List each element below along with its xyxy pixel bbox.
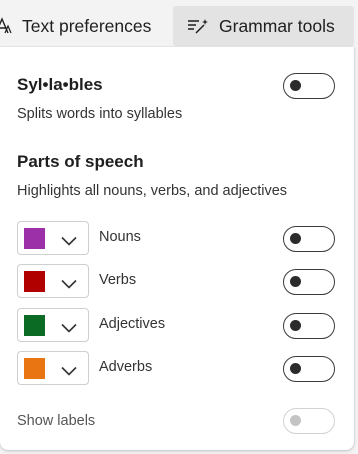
chevron-down-icon [61,276,77,294]
verbs-toggle[interactable] [283,269,335,295]
verbs-color-swatch [24,271,45,292]
tab-grammar-tools[interactable]: Grammar tools [173,6,354,46]
syllables-title: Syl•la•bles [17,75,103,94]
grammar-tools-panel: Syl•la•bles Splits words into syllables … [0,47,354,450]
verbs-color-picker[interactable] [17,264,89,298]
tab-label: Grammar tools [219,15,335,36]
tab-bar: Text preferences Grammar tools [0,0,358,47]
parts-of-speech-description: Highlights all nouns, verbs, and adjecti… [17,183,288,199]
nouns-color-picker[interactable] [17,221,89,255]
text-size-icon [0,16,12,36]
toggle-knob [290,415,301,426]
adjectives-toggle[interactable] [283,313,335,339]
adjectives-label: Adjectives [99,316,166,332]
show-labels-toggle[interactable] [283,408,335,434]
adverbs-label: Adverbs [99,359,153,375]
tab-text-preferences[interactable]: Text preferences [0,6,151,46]
adverbs-toggle[interactable] [283,356,335,382]
adverbs-color-swatch [24,358,45,379]
nouns-toggle[interactable] [283,226,335,252]
parts-of-speech-title: Parts of speech [17,152,144,171]
toggle-knob [290,363,301,374]
show-labels-label: Show labels [17,413,96,429]
toggle-knob [290,320,301,331]
adjectives-color-picker[interactable] [17,308,89,342]
adjectives-color-swatch [24,315,45,336]
grammar-wand-icon [187,17,209,35]
verbs-label: Verbs [99,272,137,288]
chevron-down-icon [61,233,77,251]
chevron-down-icon [61,363,77,381]
toggle-knob [290,276,301,287]
adverbs-color-picker[interactable] [17,351,89,385]
syllables-toggle[interactable] [283,73,335,99]
syllables-description: Splits words into syllables [17,106,183,122]
toggle-knob [290,80,301,91]
toggle-knob [290,233,301,244]
nouns-label: Nouns [99,229,141,245]
chevron-down-icon [61,320,77,338]
nouns-color-swatch [24,228,45,249]
tab-label: Text preferences [22,15,152,36]
